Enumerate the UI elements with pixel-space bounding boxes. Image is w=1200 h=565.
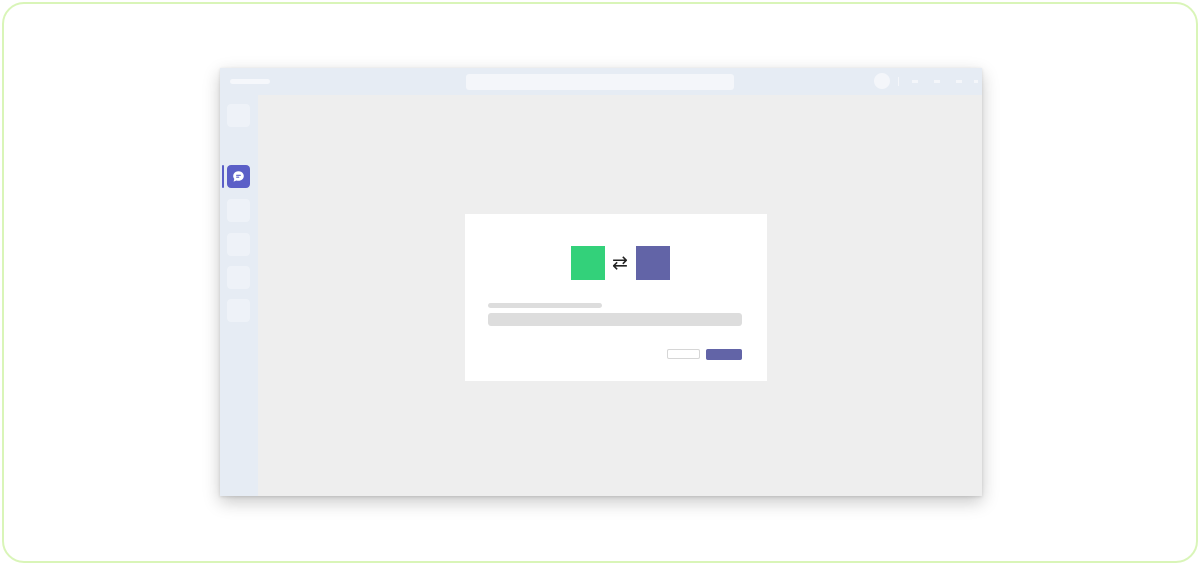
sidebar-item-calendar[interactable] bbox=[227, 233, 250, 256]
green-app-icon bbox=[571, 246, 605, 280]
dialog-description bbox=[488, 313, 742, 326]
title-bar bbox=[220, 68, 982, 95]
search-input[interactable] bbox=[466, 74, 734, 90]
title-bar-divider bbox=[898, 77, 899, 86]
swap-arrows-icon: ⇄ bbox=[612, 252, 628, 274]
cancel-button[interactable] bbox=[667, 349, 700, 359]
minimize-icon[interactable] bbox=[934, 80, 940, 83]
close-icon[interactable] bbox=[974, 80, 978, 83]
app-title bbox=[230, 79, 270, 84]
connect-dialog: ⇄ bbox=[465, 214, 767, 381]
sidebar-item-files[interactable] bbox=[227, 299, 250, 322]
sidebar-item-teams[interactable] bbox=[227, 199, 250, 222]
dialog-heading bbox=[488, 303, 602, 308]
sidebar-item-chat[interactable] bbox=[227, 165, 250, 188]
app-rail bbox=[220, 95, 258, 496]
purple-app-icon bbox=[636, 246, 670, 280]
sidebar-item-activity[interactable] bbox=[227, 104, 250, 127]
more-options-icon[interactable] bbox=[912, 80, 918, 83]
maximize-icon[interactable] bbox=[956, 80, 962, 83]
chat-icon bbox=[233, 171, 244, 182]
active-indicator bbox=[222, 165, 224, 188]
app-window: ⇄ bbox=[220, 68, 982, 496]
sidebar-item-calls[interactable] bbox=[227, 266, 250, 289]
confirm-button[interactable] bbox=[706, 349, 742, 360]
avatar[interactable] bbox=[874, 73, 890, 89]
